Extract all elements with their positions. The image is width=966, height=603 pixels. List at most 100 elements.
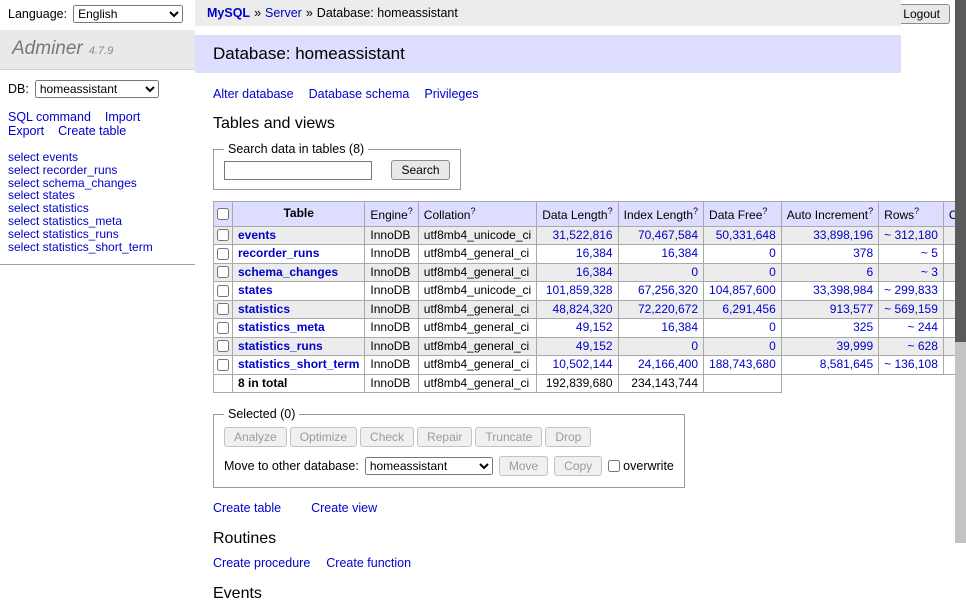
row-checkbox[interactable] [217, 322, 229, 334]
auto-increment-link[interactable]: 39,999 [836, 339, 873, 353]
app-logo[interactable]: Adminer4.7.9 [0, 30, 195, 70]
auto-increment-link[interactable]: 33,898,196 [813, 228, 873, 242]
rows-count-link[interactable]: ~ 628 [908, 339, 938, 353]
search-button[interactable]: Search [391, 160, 449, 180]
data-free-link[interactable]: 104,857,600 [709, 283, 776, 297]
table-name-link[interactable]: recorder_runs [238, 246, 319, 260]
logout-button[interactable]: Logout [893, 4, 950, 24]
data-free-link[interactable]: 0 [769, 339, 776, 353]
data-length-link[interactable]: 31,522,816 [553, 228, 613, 242]
sidebar-link-create-table[interactable]: Create table [58, 124, 126, 138]
rows-count-link[interactable]: ~ 3 [921, 265, 938, 279]
sidebar-table-link[interactable]: select statistics_runs [8, 228, 187, 241]
optimize-button[interactable]: Optimize [290, 427, 357, 447]
data-length-link[interactable]: 16,384 [576, 246, 613, 260]
create-view-link[interactable]: Create view [311, 501, 377, 515]
breadcrumb-mysql-link[interactable]: MySQL [207, 6, 250, 20]
row-checkbox[interactable] [217, 340, 229, 352]
auto-increment-link[interactable]: 913,577 [830, 302, 873, 316]
auto-increment-link[interactable]: 33,398,984 [813, 283, 873, 297]
check-button[interactable]: Check [360, 427, 414, 447]
row-checkbox[interactable] [217, 285, 229, 297]
auto-increment-link[interactable]: 8,581,645 [820, 357, 873, 371]
table-name-link[interactable]: states [238, 283, 273, 297]
index-length-link[interactable]: 16,384 [661, 246, 698, 260]
scrollbar-thumb[interactable] [955, 0, 966, 342]
create-procedure-link[interactable]: Create procedure [213, 556, 310, 570]
rows-count-link[interactable]: ~ 5 [921, 246, 938, 260]
data-free-link[interactable]: 0 [769, 265, 776, 279]
table-name-link[interactable]: statistics [238, 302, 290, 316]
rows-count-link[interactable]: ~ 299,833 [884, 283, 938, 297]
doc-help-link[interactable]: ? [762, 206, 767, 216]
auto-increment-link[interactable]: 325 [853, 320, 873, 334]
doc-help-link[interactable]: ? [914, 206, 919, 216]
sidebar-link-export[interactable]: Export [8, 124, 44, 138]
rows-count-link[interactable]: ~ 244 [908, 320, 938, 334]
doc-help-link[interactable]: ? [608, 206, 613, 216]
table-name-link[interactable]: events [238, 228, 276, 242]
rows-count-link[interactable]: ~ 312,180 [884, 228, 938, 242]
db-select[interactable]: homeassistant [35, 80, 159, 98]
index-length-link[interactable]: 16,384 [661, 320, 698, 334]
row-checkbox[interactable] [217, 303, 229, 315]
data-length-link[interactable]: 48,824,320 [553, 302, 613, 316]
table-name-link[interactable]: schema_changes [238, 265, 338, 279]
sidebar-table-link[interactable]: select events [8, 151, 187, 164]
sidebar-link-sql-command[interactable]: SQL command [8, 110, 91, 124]
doc-help-link[interactable]: ? [693, 206, 698, 216]
doc-help-link[interactable]: ? [470, 206, 475, 216]
data-length-link[interactable]: 49,152 [576, 320, 613, 334]
overwrite-checkbox[interactable] [608, 460, 620, 472]
data-length-link[interactable]: 10,502,144 [553, 357, 613, 371]
create-table-link[interactable]: Create table [213, 501, 281, 515]
repair-button[interactable]: Repair [417, 427, 472, 447]
sidebar-table-link[interactable]: select statistics_short_term [8, 241, 187, 254]
index-length-link[interactable]: 72,220,672 [638, 302, 698, 316]
row-checkbox[interactable] [217, 359, 229, 371]
create-function-link[interactable]: Create function [326, 556, 411, 570]
row-checkbox[interactable] [217, 248, 229, 260]
analyze-button[interactable]: Analyze [224, 427, 287, 447]
data-length-link[interactable]: 101,859,328 [546, 283, 613, 297]
data-free-link[interactable]: 188,743,680 [709, 357, 776, 371]
drop-button[interactable]: Drop [545, 427, 591, 447]
database-schema-link[interactable]: Database schema [309, 87, 410, 101]
sidebar-link-import[interactable]: Import [105, 110, 140, 124]
copy-button[interactable]: Copy [554, 456, 602, 476]
breadcrumb-server-link[interactable]: Server [265, 6, 302, 20]
index-length-link[interactable]: 0 [691, 265, 698, 279]
sidebar-table-link[interactable]: select recorder_runs [8, 164, 187, 177]
row-checkbox[interactable] [217, 229, 229, 241]
index-length-link[interactable]: 24,166,400 [638, 357, 698, 371]
rows-count-link[interactable]: ~ 569,159 [884, 302, 938, 316]
rows-count-link[interactable]: ~ 136,108 [884, 357, 938, 371]
select-all-checkbox[interactable] [217, 208, 229, 220]
table-name-link[interactable]: statistics_meta [238, 320, 325, 334]
data-free-link[interactable]: 6,291,456 [722, 302, 775, 316]
data-length-link[interactable]: 49,152 [576, 339, 613, 353]
data-free-link[interactable]: 0 [769, 246, 776, 260]
language-select[interactable]: English [73, 5, 183, 23]
search-input[interactable] [224, 161, 372, 180]
privileges-link[interactable]: Privileges [424, 87, 478, 101]
data-length-link[interactable]: 16,384 [576, 265, 613, 279]
data-free-link[interactable]: 50,331,648 [716, 228, 776, 242]
move-button[interactable]: Move [499, 456, 548, 476]
alter-database-link[interactable]: Alter database [213, 87, 294, 101]
auto-increment-link[interactable]: 378 [853, 246, 873, 260]
doc-help-link[interactable]: ? [868, 206, 873, 216]
index-length-link[interactable]: 70,467,584 [638, 228, 698, 242]
truncate-button[interactable]: Truncate [475, 427, 542, 447]
row-checkbox[interactable] [217, 266, 229, 278]
doc-help-link[interactable]: ? [408, 206, 413, 216]
index-length-link[interactable]: 67,256,320 [638, 283, 698, 297]
app-name[interactable]: Adminer [12, 38, 83, 59]
sidebar-table-link[interactable]: select statistics_meta [8, 215, 187, 228]
data-free-link[interactable]: 0 [769, 320, 776, 334]
move-database-select[interactable]: homeassistant [365, 457, 493, 475]
table-name-link[interactable]: statistics_runs [238, 339, 323, 353]
auto-increment-link[interactable]: 6 [866, 265, 873, 279]
table-name-link[interactable]: statistics_short_term [238, 357, 359, 371]
index-length-link[interactable]: 0 [691, 339, 698, 353]
